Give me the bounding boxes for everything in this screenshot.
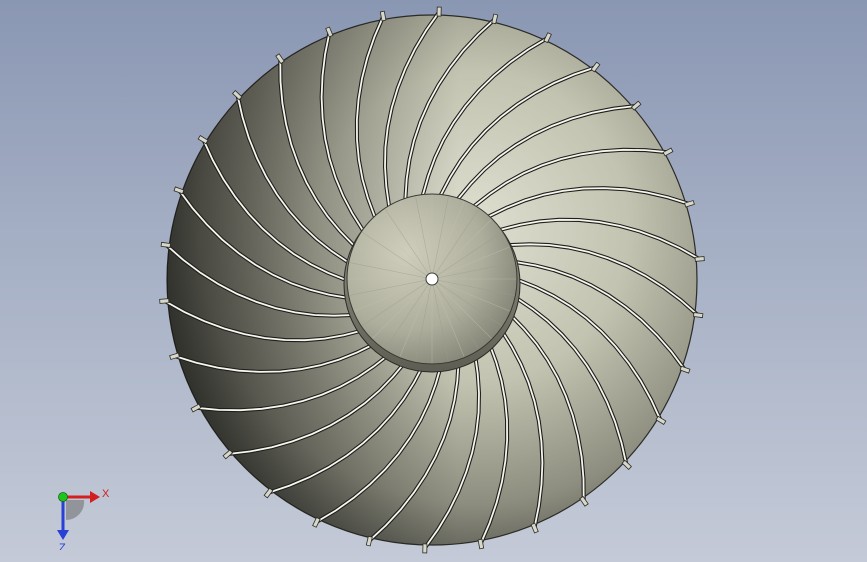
coordinate-triad: X Z <box>57 488 110 550</box>
blade-tip <box>159 298 170 304</box>
blade-tip <box>160 241 171 248</box>
blade-tip <box>325 26 334 38</box>
x-axis-arrow <box>90 491 100 503</box>
blade-tip <box>679 365 691 374</box>
blade-tip <box>491 13 499 25</box>
blade-tip <box>693 312 704 319</box>
blade-tip <box>173 186 185 195</box>
blade-tip <box>232 90 243 101</box>
blade-tip <box>312 516 321 528</box>
graphics-viewport[interactable]: X Z <box>0 0 867 562</box>
blade-tip <box>190 403 202 413</box>
blade-tip <box>365 535 373 547</box>
blade-tip <box>630 100 642 111</box>
z-axis-arrow <box>57 530 69 540</box>
blade-tip <box>422 543 428 554</box>
y-axis-dot <box>58 492 68 502</box>
blade-tip <box>275 53 285 65</box>
impeller-model[interactable] <box>0 0 867 562</box>
blade-tip <box>530 522 539 534</box>
blade-tip <box>662 147 674 157</box>
blade-tip <box>621 459 632 470</box>
blade-tip <box>222 449 234 460</box>
blade-tip <box>543 32 552 44</box>
blade-tip <box>436 6 442 17</box>
hub-bore <box>425 272 439 286</box>
x-axis-label: X <box>102 488 110 500</box>
blade-tip <box>694 256 705 262</box>
blade-tip <box>579 495 589 507</box>
z-axis-label: Z <box>59 542 66 550</box>
